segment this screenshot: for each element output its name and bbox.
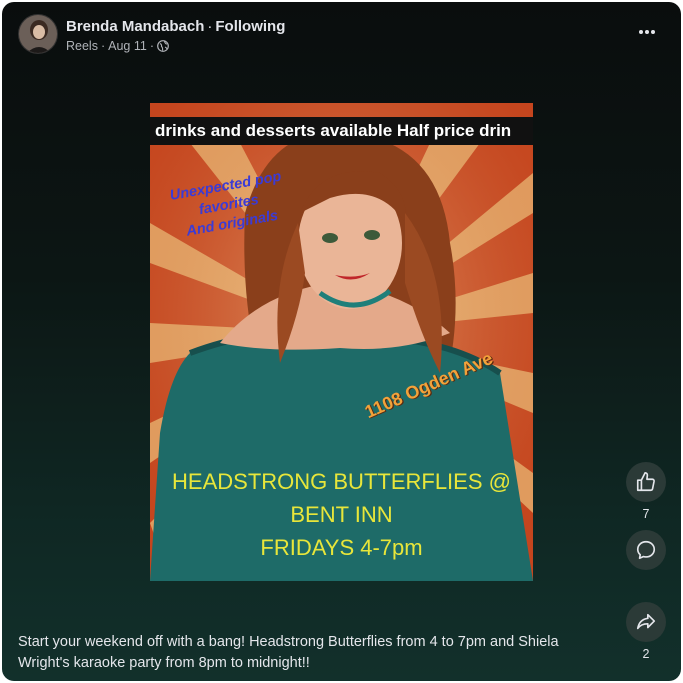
author-separator: · — [207, 18, 213, 35]
more-horizontal-icon — [639, 30, 655, 34]
author-name[interactable]: Brenda Mandabach — [66, 18, 204, 35]
post-date[interactable]: Aug 11 — [108, 39, 147, 53]
post-caption: Start your weekend off with a bang! Head… — [18, 634, 559, 671]
poster-headline: HEADSTRONG BUTTERFLIES @ BENT INN FRIDAY… — [150, 465, 533, 564]
reel-post: Brenda Mandabach · Following Reels · Aug 1… — [2, 2, 681, 681]
follow-status[interactable]: Following — [215, 18, 285, 35]
thumbs-up-icon — [636, 472, 655, 492]
share-button[interactable] — [626, 602, 666, 642]
post-source[interactable]: Reels — [66, 39, 98, 53]
like-button[interactable] — [626, 462, 666, 502]
like-count: 7 — [642, 507, 650, 521]
post-header: Brenda Mandabach · Following Reels · Aug 1… — [18, 14, 665, 58]
share-count: 2 — [642, 647, 650, 661]
comment-button[interactable] — [626, 530, 666, 570]
author-line: Brenda Mandabach · Following — [66, 18, 285, 35]
post-meta: Reels · Aug 11 · — [66, 39, 169, 53]
comment-bubble-icon — [636, 540, 656, 560]
avatar-image — [19, 15, 57, 53]
meta-dot: · — [149, 39, 155, 53]
headline-line: HEADSTRONG BUTTERFLIES @ — [172, 469, 511, 494]
headline-line: FRIDAYS 4-7pm — [260, 535, 423, 560]
ticker-banner: drinks and desserts available Half price… — [150, 117, 533, 145]
reel-actions: 7 2 — [626, 462, 668, 666]
avatar[interactable] — [18, 14, 58, 54]
globe-icon — [157, 40, 169, 52]
more-options-button[interactable] — [633, 18, 661, 46]
headline-line: BENT INN — [290, 502, 393, 527]
meta-dot: · — [100, 39, 106, 53]
reel-video[interactable]: drinks and desserts available Half price… — [150, 103, 533, 581]
share-arrow-icon — [636, 613, 656, 630]
